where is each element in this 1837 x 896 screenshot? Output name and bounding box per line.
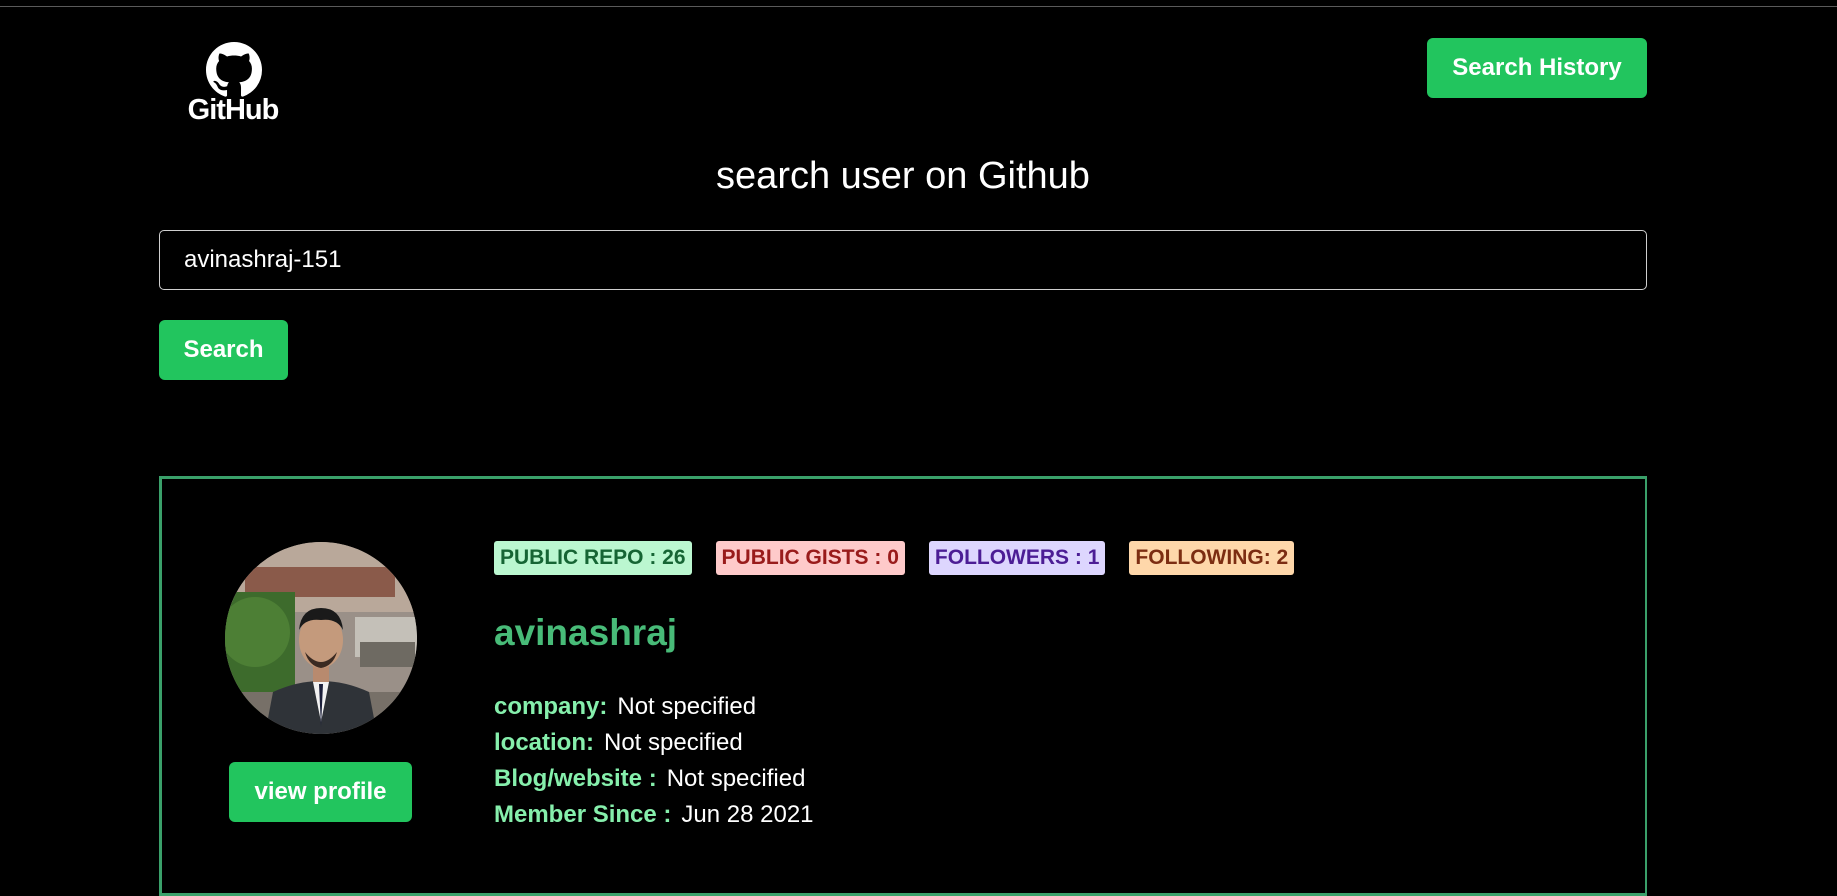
page-heading: search user on Github — [716, 155, 1090, 197]
avatar — [225, 542, 417, 734]
detail-blog: Blog/website : Not specified — [494, 761, 814, 797]
detail-location: location: Not specified — [494, 725, 814, 761]
github-logo-text: GitHub — [187, 94, 280, 126]
detail-label: Blog/website : — [494, 765, 657, 792]
search-input[interactable] — [159, 230, 1647, 290]
detail-value: Not specified — [604, 729, 743, 756]
detail-value: Jun 28 2021 — [681, 801, 814, 828]
profile-card: view profile PUBLIC REPO : 26 PUBLIC GIS… — [159, 476, 1647, 896]
profile-details: company: Not specified location: Not speci… — [494, 689, 814, 833]
public-repo-badge: PUBLIC REPO : 26 — [494, 541, 692, 575]
search-history-button[interactable]: Search History — [1427, 38, 1647, 98]
following-badge: FOLLOWING: 2 — [1129, 541, 1295, 575]
search-button[interactable]: Search — [159, 320, 288, 380]
page-container: GitHub Search History search user on Git… — [159, 0, 1647, 896]
github-logo-icon — [206, 42, 262, 97]
detail-label: location: — [494, 729, 594, 756]
github-logo[interactable]: GitHub — [186, 42, 280, 126]
detail-value: Not specified — [666, 765, 806, 792]
username: avinashraj — [494, 612, 678, 653]
stats-badges: PUBLIC REPO : 26 PUBLIC GISTS : 0 FOLLOW… — [494, 541, 1295, 575]
view-profile-button[interactable]: view profile — [229, 762, 412, 822]
detail-member-since: Member Since : Jun 28 2021 — [494, 797, 814, 833]
detail-label: Member Since : — [494, 801, 672, 828]
detail-company: company: Not specified — [494, 689, 814, 725]
detail-label: company: — [494, 693, 608, 720]
followers-badge: FOLLOWERS : 1 — [928, 541, 1106, 575]
avatar-photo — [225, 542, 417, 734]
public-gists-badge: PUBLIC GISTS : 0 — [715, 541, 905, 575]
detail-value: Not specified — [617, 693, 757, 720]
